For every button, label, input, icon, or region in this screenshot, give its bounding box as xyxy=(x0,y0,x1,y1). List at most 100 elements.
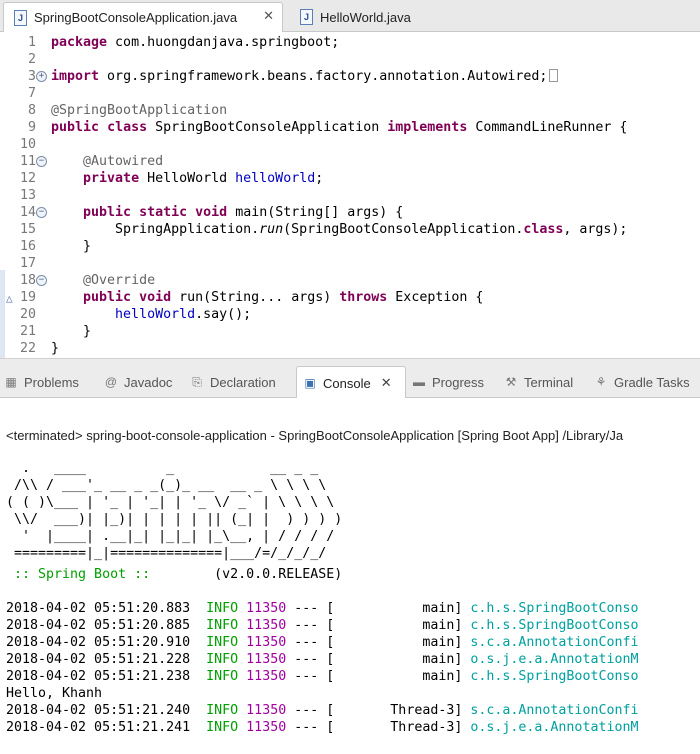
log-thread: main] xyxy=(334,601,463,616)
line-number: 3 xyxy=(27,69,36,84)
log-lines: 2018-04-02 05:51:20.883 INFO 11350 --- [… xyxy=(6,600,638,736)
close-icon[interactable]: ✕ xyxy=(381,375,392,391)
log-separator: --- [ xyxy=(286,618,335,633)
log-thread: main] xyxy=(334,652,463,667)
code-line[interactable]: 18− @Override xyxy=(0,272,700,289)
log-pid: 11350 xyxy=(238,635,287,650)
override-marker-icon[interactable]: △ xyxy=(6,290,13,307)
log-logger: o.s.j.e.a.AnnotationM xyxy=(462,652,639,667)
log-timestamp: 2018-04-02 05:51:21.228 xyxy=(6,652,191,667)
tab-springbootconsoleapplication-java[interactable]: J SpringBootConsoleApplication.java ✕ xyxy=(3,2,283,32)
collapse-fold-icon[interactable]: − xyxy=(36,207,47,218)
console-view[interactable]: <terminated> spring-boot-console-applica… xyxy=(0,398,700,754)
code-text: public class SpringBootConsoleApplicatio… xyxy=(51,120,628,135)
log-thread: Thread-3] xyxy=(334,720,463,735)
code-text: } xyxy=(51,341,60,356)
log-thread: main] xyxy=(334,669,463,684)
line-number: 14 xyxy=(19,205,36,220)
tab-label: Terminal xyxy=(524,374,574,390)
code-line[interactable]: 15 SpringApplication.run(SpringBootConso… xyxy=(0,221,700,238)
code-line[interactable]: 2 xyxy=(0,51,700,68)
tab-terminal[interactable]: ⚒ Terminal xyxy=(504,366,574,398)
tab-problems[interactable]: ▦ Problems xyxy=(4,366,79,398)
spring-boot-version: (v2.0.0.RELEASE) xyxy=(158,567,343,582)
expand-fold-icon[interactable]: + xyxy=(36,71,47,82)
tab-label: HelloWorld.java xyxy=(320,9,411,25)
code-editor[interactable]: 1 package com.huongdanjava.springboot; 2 3 +… xyxy=(0,32,700,358)
spring-banner: . ____ _ __ _ _ /\\ / ___'_ __ _ _(_)_ _… xyxy=(6,460,342,562)
code-text: import org.springframework.beans.factory… xyxy=(51,68,559,85)
code-text: private HelloWorld helloWorld; xyxy=(83,171,324,186)
code-line[interactable]: 19 △ public void run(String... args) thro… xyxy=(0,289,700,306)
line-number: 15 xyxy=(19,222,36,237)
log-line: 2018-04-02 05:51:20.883 INFO 11350 --- [… xyxy=(6,600,638,617)
console-icon: ▣ xyxy=(304,376,316,390)
code-line[interactable]: 22} xyxy=(0,340,700,357)
java-file-icon: J xyxy=(14,9,27,26)
log-pid: 11350 xyxy=(238,669,287,684)
log-line: 2018-04-02 05:51:20.910 INFO 11350 --- [… xyxy=(6,634,638,651)
code-text: public static void main(String[] args) { xyxy=(83,205,404,220)
log-logger: o.s.j.e.a.AnnotationM xyxy=(462,720,639,735)
line-number: 10 xyxy=(19,137,36,152)
banner-line: ( ( )\___ | '_ | '_| | '_ \/ _` | \ \ \ … xyxy=(6,495,335,510)
code-text: @Override xyxy=(83,273,156,288)
code-line[interactable]: 14− public static void main(String[] arg… xyxy=(0,204,700,221)
line-number: 13 xyxy=(19,188,36,203)
log-pid: 11350 xyxy=(238,720,287,735)
gradle-icon: ⚘ xyxy=(595,375,607,389)
spring-boot-version-line: :: Spring Boot :: (v2.0.0.RELEASE) xyxy=(6,566,342,583)
log-separator: --- [ xyxy=(286,703,335,718)
code-line[interactable]: 20 helloWorld.say(); xyxy=(0,306,700,323)
line-number: 12 xyxy=(19,171,36,186)
code-line[interactable]: 7 xyxy=(0,85,700,102)
code-line[interactable]: 12 private HelloWorld helloWorld; xyxy=(0,170,700,187)
log-separator: --- [ xyxy=(286,635,335,650)
log-logger: c.h.s.SpringBootConso xyxy=(462,601,639,616)
splitter[interactable] xyxy=(0,358,700,366)
tab-console[interactable]: ▣ Console ✕ xyxy=(296,366,406,399)
code-line[interactable]: 9 public class SpringBootConsoleApplicati… xyxy=(0,119,700,136)
log-line: Hello, Khanh xyxy=(6,686,103,701)
code-text: public void run(String... args) throws E… xyxy=(83,290,484,305)
tab-helloworld-java[interactable]: J HelloWorld.java xyxy=(290,2,450,32)
line-number: 22 xyxy=(19,341,36,356)
tab-label: Javadoc xyxy=(124,374,173,390)
log-level: INFO xyxy=(190,601,239,616)
log-logger: c.h.s.SpringBootConso xyxy=(462,618,639,633)
code-line[interactable]: 16 } xyxy=(0,238,700,255)
code-line[interactable]: 1 package com.huongdanjava.springboot; xyxy=(0,34,700,51)
log-timestamp: 2018-04-02 05:51:21.241 xyxy=(6,720,191,735)
tab-label: Console xyxy=(323,375,371,391)
tab-gradle-tasks[interactable]: ⚘ Gradle Tasks xyxy=(594,366,690,398)
code-line[interactable]: 13 xyxy=(0,187,700,204)
collapse-fold-icon[interactable]: − xyxy=(36,156,47,167)
code-line[interactable]: 3 + import org.springframework.beans.facto… xyxy=(0,68,700,85)
spring-boot-label: :: Spring Boot :: xyxy=(6,567,159,582)
log-separator: --- [ xyxy=(286,669,335,684)
view-tab-bar: ▦ Problems @ Javadoc ⎘ Declaration ▣ Console ✕ ▬ P… xyxy=(0,366,700,399)
code-line[interactable]: 11− @Autowired xyxy=(0,153,700,170)
code-line[interactable]: 10 xyxy=(0,136,700,153)
log-level: INFO xyxy=(190,652,239,667)
banner-line: =========|_|==============|___/=/_/_/_/ xyxy=(6,546,327,561)
code-line[interactable]: 21 } xyxy=(0,323,700,340)
log-logger: s.c.a.AnnotationConfi xyxy=(462,703,639,718)
collapse-fold-icon[interactable]: − xyxy=(36,275,47,286)
log-timestamp: 2018-04-02 05:51:20.883 xyxy=(6,601,191,616)
code-text: } xyxy=(51,239,92,254)
code-line[interactable]: 8 @SpringBootApplication xyxy=(0,102,700,119)
log-logger: c.h.s.SpringBootConso xyxy=(462,669,639,684)
code-line[interactable]: 17 xyxy=(0,255,700,272)
tab-javadoc[interactable]: @ Javadoc xyxy=(104,366,173,398)
close-icon[interactable]: ✕ xyxy=(263,8,274,24)
editor-tab-bar: J SpringBootConsoleApplication.java ✕ J … xyxy=(0,0,700,32)
tab-progress[interactable]: ▬ Progress xyxy=(412,366,484,398)
banner-line: ' |____| .__|_| |_|_| |_\__, | / / / / xyxy=(6,529,335,544)
code-text: @SpringBootApplication xyxy=(51,103,228,118)
line-number: 18 xyxy=(19,273,36,288)
tab-declaration[interactable]: ⎘ Declaration xyxy=(190,366,276,398)
banner-line: . ____ _ __ _ _ xyxy=(6,461,319,476)
log-line: 2018-04-02 05:51:21.238 INFO 11350 --- [… xyxy=(6,668,638,685)
code-text: helloWorld.say(); xyxy=(115,307,252,322)
